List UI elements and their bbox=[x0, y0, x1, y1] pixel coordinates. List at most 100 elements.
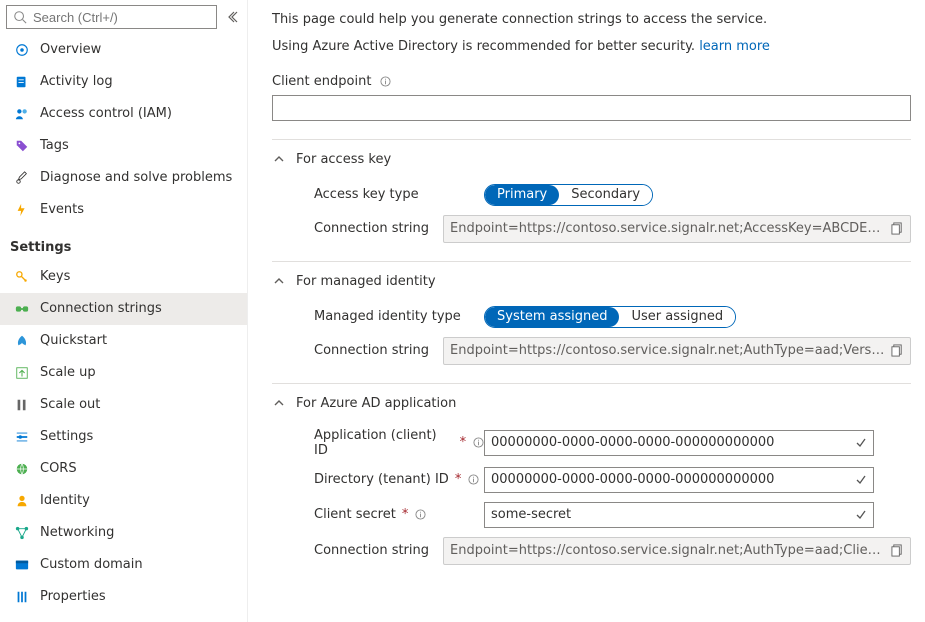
nav-label: Access control (IAM) bbox=[40, 105, 172, 123]
section-managed-identity: For managed identity Managed identity ty… bbox=[272, 261, 911, 365]
nav-label: Tags bbox=[40, 137, 69, 155]
section-aad-app-header[interactable]: For Azure AD application bbox=[272, 394, 911, 419]
required-asterisk: * bbox=[455, 472, 462, 487]
checkmark-icon bbox=[855, 437, 867, 449]
nav-settings-header: Settings bbox=[0, 226, 247, 261]
custom-domain-icon bbox=[14, 557, 30, 573]
nav-settings[interactable]: Settings bbox=[0, 421, 247, 453]
info-icon[interactable] bbox=[414, 509, 426, 521]
info-icon[interactable] bbox=[379, 75, 391, 87]
tenant-id-input[interactable]: 00000000-0000-0000-0000-000000000000 bbox=[484, 467, 874, 493]
nav: Overview Activity log Access control (IA… bbox=[0, 34, 247, 622]
copy-button[interactable] bbox=[891, 222, 904, 235]
copy-button[interactable] bbox=[891, 544, 904, 557]
nav-scale-out[interactable]: Scale out bbox=[0, 389, 247, 421]
nav-properties[interactable]: Properties bbox=[0, 581, 247, 613]
mi-system-assigned[interactable]: System assigned bbox=[485, 307, 619, 327]
section-title: For Azure AD application bbox=[296, 396, 456, 411]
access-control-icon bbox=[14, 106, 30, 122]
nav-label: Scale up bbox=[40, 364, 96, 382]
nav-connection-strings[interactable]: Connection strings bbox=[0, 293, 247, 325]
section-access-key-header[interactable]: For access key bbox=[272, 150, 911, 175]
mi-conn-label: Connection string bbox=[314, 343, 443, 358]
settings-icon bbox=[14, 429, 30, 445]
mi-user-assigned[interactable]: User assigned bbox=[619, 307, 735, 327]
nav-label: Identity bbox=[40, 492, 90, 510]
sidebar: Overview Activity log Access control (IA… bbox=[0, 0, 248, 622]
nav-label: Connection strings bbox=[40, 300, 162, 318]
nav-activity-log[interactable]: Activity log bbox=[0, 66, 247, 98]
info-icon[interactable] bbox=[472, 437, 484, 449]
access-key-type-toggle: Primary Secondary bbox=[484, 184, 653, 206]
cors-icon bbox=[14, 461, 30, 477]
nav-label: Networking bbox=[40, 524, 114, 542]
client-endpoint-label: Client endpoint bbox=[272, 74, 911, 89]
nav-access-control[interactable]: Access control (IAM) bbox=[0, 98, 247, 130]
search-row bbox=[0, 0, 247, 34]
app-id-input[interactable]: 00000000-0000-0000-0000-000000000000 bbox=[484, 430, 874, 456]
properties-icon bbox=[14, 589, 30, 605]
nav-label: CORS bbox=[40, 460, 77, 478]
diagnose-icon bbox=[14, 170, 30, 186]
nav-label: Custom domain bbox=[40, 556, 143, 574]
intro-security: Using Azure Active Directory is recommen… bbox=[272, 39, 911, 56]
managed-identity-type-toggle: System assigned User assigned bbox=[484, 306, 736, 328]
nav-keys[interactable]: Keys bbox=[0, 261, 247, 293]
aad-conn-label: Connection string bbox=[314, 543, 443, 558]
collapse-sidebar-button[interactable] bbox=[223, 8, 241, 26]
nav-cors[interactable]: CORS bbox=[0, 453, 247, 485]
search-input[interactable] bbox=[33, 10, 210, 25]
info-icon[interactable] bbox=[467, 474, 479, 486]
nav-custom-domain[interactable]: Custom domain bbox=[0, 549, 247, 581]
client-secret-label: Client secret * bbox=[314, 507, 484, 522]
client-secret-input[interactable]: some-secret bbox=[484, 502, 874, 528]
nav-label: Scale out bbox=[40, 396, 100, 414]
learn-more-link[interactable]: learn more bbox=[699, 39, 770, 54]
nav-label: Overview bbox=[40, 41, 101, 59]
mi-conn-value: Endpoint=https://contoso.service.signalr… bbox=[443, 337, 911, 365]
access-key-secondary[interactable]: Secondary bbox=[559, 185, 652, 205]
keys-icon bbox=[14, 269, 30, 285]
checkmark-icon bbox=[855, 474, 867, 486]
chevron-up-icon bbox=[272, 274, 286, 288]
aad-conn-value: Endpoint=https://contoso.service.signalr… bbox=[443, 537, 911, 565]
required-asterisk: * bbox=[460, 435, 467, 450]
nav-quickstart[interactable]: Quickstart bbox=[0, 325, 247, 357]
nav-label: Keys bbox=[40, 268, 70, 286]
nav-diagnose[interactable]: Diagnose and solve problems bbox=[0, 162, 247, 194]
nav-tags[interactable]: Tags bbox=[0, 130, 247, 162]
nav-label: Quickstart bbox=[40, 332, 107, 350]
chevron-up-icon bbox=[272, 396, 286, 410]
nav-identity[interactable]: Identity bbox=[0, 485, 247, 517]
section-title: For access key bbox=[296, 152, 391, 167]
quickstart-icon bbox=[14, 333, 30, 349]
events-icon bbox=[14, 202, 30, 218]
networking-icon bbox=[14, 525, 30, 541]
chevron-up-icon bbox=[272, 152, 286, 166]
nav-events[interactable]: Events bbox=[0, 194, 247, 226]
access-key-conn-value: Endpoint=https://contoso.service.signalr… bbox=[443, 215, 911, 243]
scale-up-icon bbox=[14, 365, 30, 381]
intro-text: This page could help you generate connec… bbox=[272, 12, 911, 29]
tags-icon bbox=[14, 138, 30, 154]
section-title: For managed identity bbox=[296, 274, 436, 289]
client-endpoint-input[interactable] bbox=[272, 95, 911, 121]
access-key-conn-label: Connection string bbox=[314, 221, 443, 236]
nav-label: Activity log bbox=[40, 73, 113, 91]
connection-strings-icon bbox=[14, 301, 30, 317]
main-content: This page could help you generate connec… bbox=[248, 0, 925, 622]
managed-identity-type-label: Managed identity type bbox=[314, 309, 484, 324]
app-id-label: Application (client) ID * bbox=[314, 428, 484, 458]
copy-button[interactable] bbox=[891, 344, 904, 357]
section-managed-identity-header[interactable]: For managed identity bbox=[272, 272, 911, 297]
nav-label: Properties bbox=[40, 588, 106, 606]
nav-scale-up[interactable]: Scale up bbox=[0, 357, 247, 389]
nav-overview[interactable]: Overview bbox=[0, 34, 247, 66]
scale-out-icon bbox=[14, 397, 30, 413]
checkmark-icon bbox=[855, 509, 867, 521]
search-box[interactable] bbox=[6, 5, 217, 29]
access-key-primary[interactable]: Primary bbox=[485, 185, 559, 205]
section-access-key: For access key Access key type Primary S… bbox=[272, 139, 911, 243]
activity-log-icon bbox=[14, 74, 30, 90]
nav-networking[interactable]: Networking bbox=[0, 517, 247, 549]
